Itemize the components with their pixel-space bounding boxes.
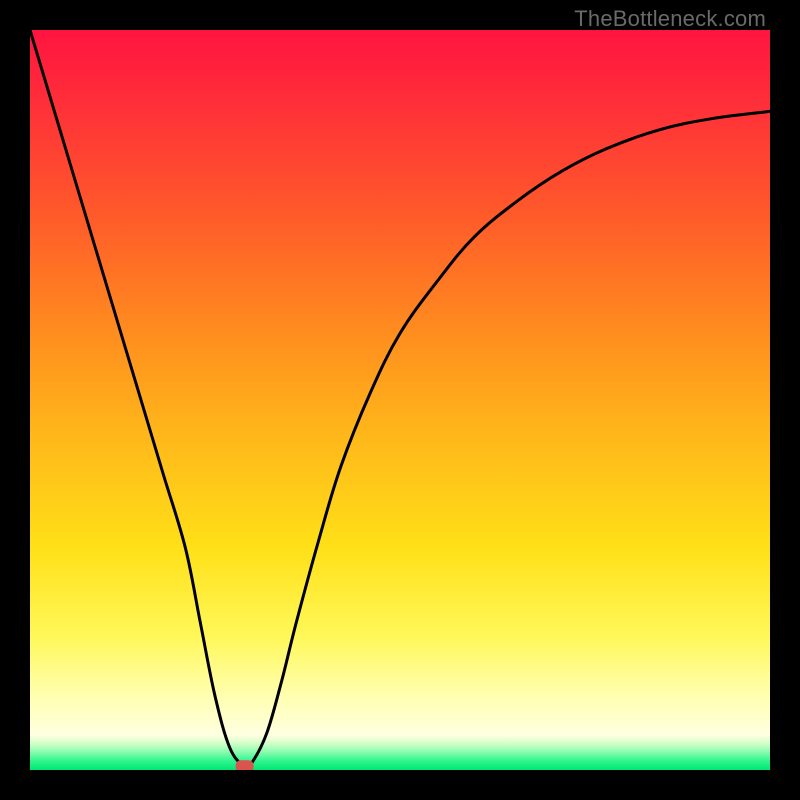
minimum-marker — [236, 760, 254, 770]
chart-frame — [30, 30, 770, 770]
watermark-text: TheBottleneck.com — [574, 6, 766, 32]
bottleneck-chart — [30, 30, 770, 770]
